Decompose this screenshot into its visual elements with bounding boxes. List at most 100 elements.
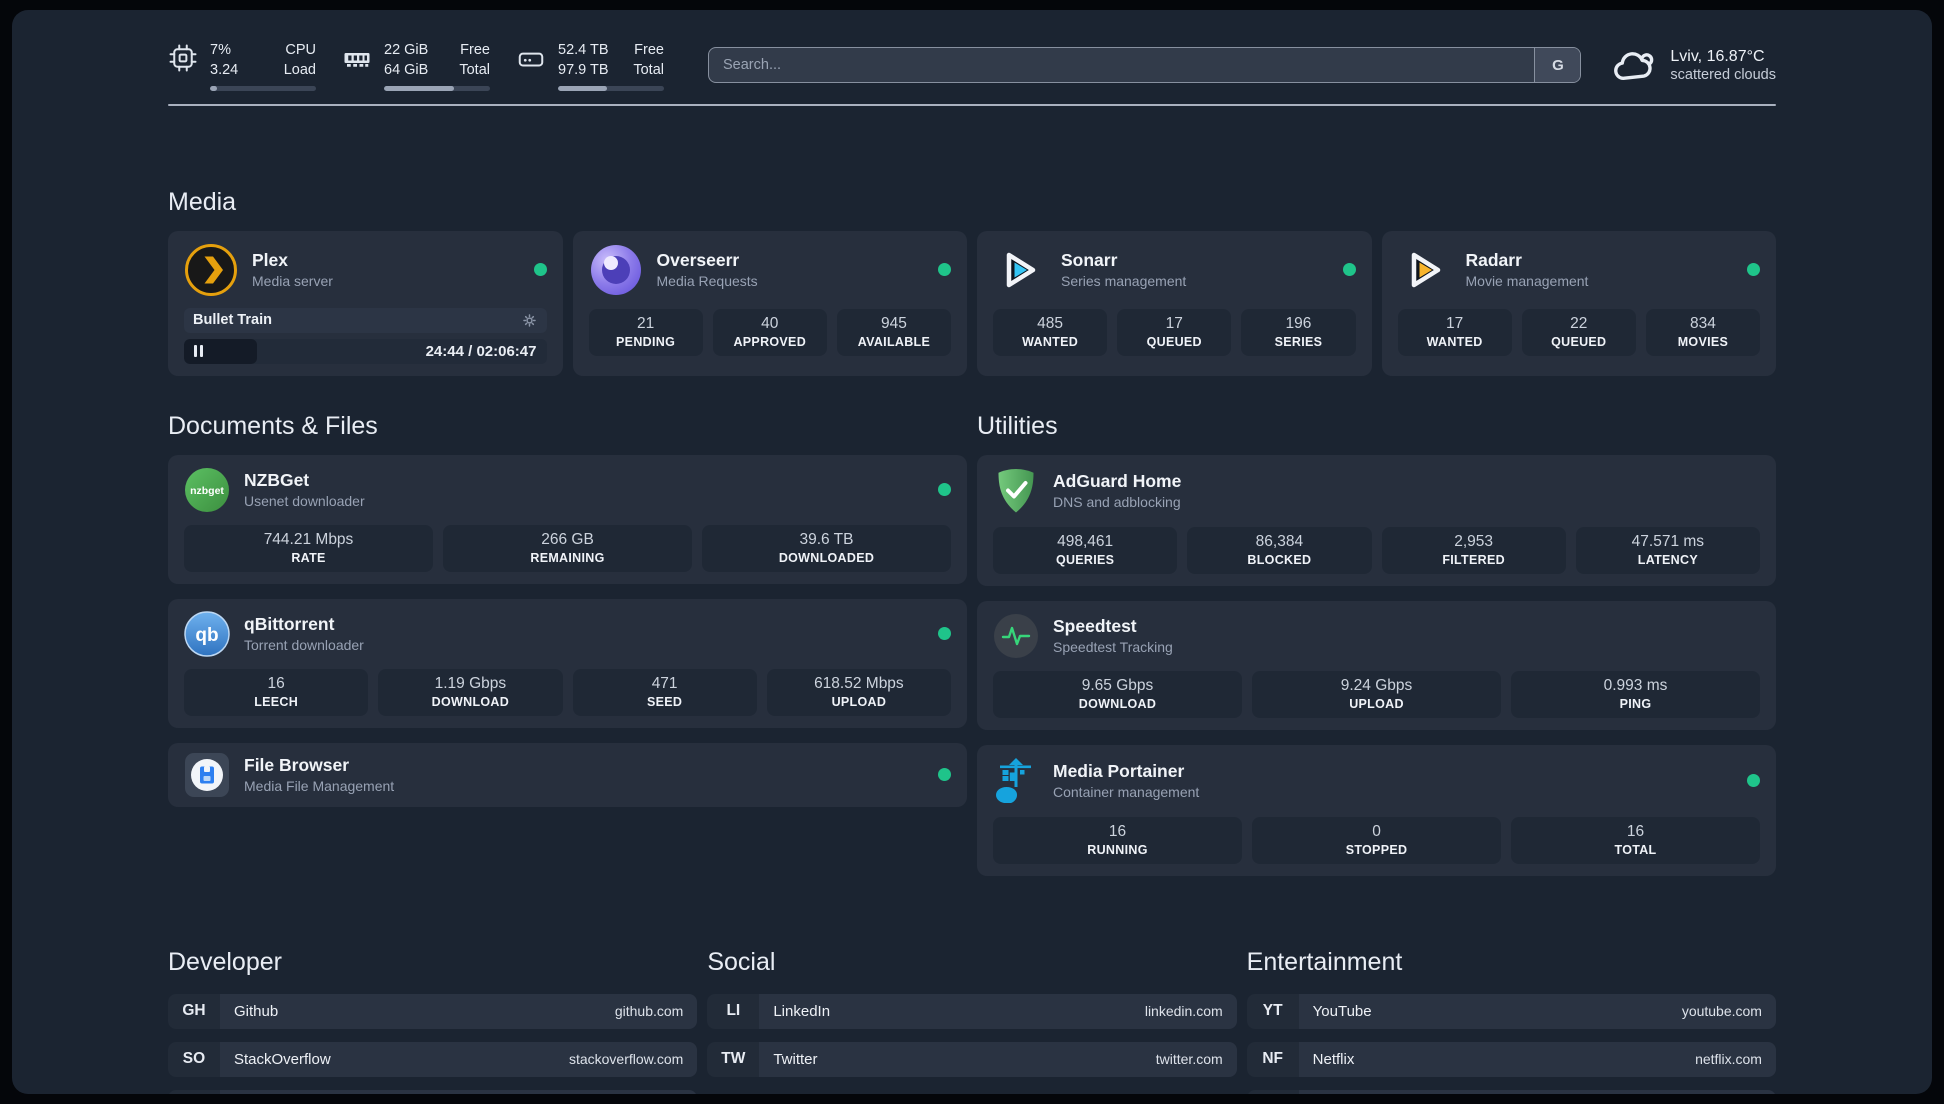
link-netflix[interactable]: NF Netflix netflix.com (1246, 1041, 1776, 1077)
stat-box: 266 GB REMAINING (443, 524, 692, 572)
stat-label: PING (1619, 696, 1652, 711)
cpu-label2: Load (283, 62, 316, 79)
overseerr-icon (590, 244, 641, 295)
link-youtube[interactable]: YT YouTube youtube.com (1246, 993, 1776, 1029)
stat-value: 47.571 ms (1631, 532, 1705, 550)
link-twitter[interactable]: TW Twitter twitter.com (707, 1041, 1237, 1077)
link-url: stackoverflow.com (568, 1051, 684, 1068)
filebrowser-card[interactable]: File Browser Media File Management (168, 742, 967, 807)
stat-box: 39.6 TB DOWNLOADED (702, 524, 951, 572)
storage-progress-fill (558, 85, 607, 91)
qbittorrent-icon: qb (184, 610, 230, 657)
card-title: Media Portainer (1053, 761, 1185, 782)
stat-value: 22 (1570, 314, 1588, 332)
link-linkedin[interactable]: LI LinkedIn linkedin.com (707, 993, 1237, 1029)
adguard-card[interactable]: AdGuard Home DNS and adblocking 498,461 … (977, 454, 1776, 586)
section-title-media: Media (168, 187, 237, 216)
card-title: Plex (252, 250, 288, 271)
stat-value: 9.24 Gbps (1340, 676, 1413, 694)
header-divider (168, 103, 1776, 106)
status-dot (938, 768, 951, 782)
qbittorrent-card[interactable]: qb qBittorrent Torrent downloader 16 LEE… (168, 598, 967, 728)
stat-value: 471 (651, 674, 678, 692)
stat-label: RUNNING (1087, 842, 1148, 857)
cloud-icon (1614, 52, 1654, 81)
stat-label: UPLOAD (831, 694, 887, 709)
stat-value: 196 (1285, 314, 1312, 332)
stat-label: QUERIES (1055, 552, 1115, 567)
stat-box: 86,384 BLOCKED (1187, 526, 1372, 574)
stat-box: 16 TOTAL (1511, 816, 1760, 864)
cpu-icon (169, 44, 197, 72)
stat-box: 618.52 Mbps UPLOAD (766, 668, 951, 716)
overseerr-card[interactable]: Overseerr Media Requests 21 PENDING 40 A… (572, 230, 967, 376)
storage-progress-track (558, 85, 664, 91)
cpu-progress-fill (210, 85, 218, 91)
adguard-icon (998, 468, 1034, 513)
stat-label: WANTED (1426, 334, 1483, 349)
stat-value: 86,384 (1255, 532, 1304, 550)
link-name: Twitter (773, 1050, 818, 1068)
cpu-stat: 7% 3.24 CPU Load (168, 40, 316, 91)
stat-box: 0 STOPPED (1252, 816, 1501, 864)
link-name: Netflix (1312, 1050, 1355, 1068)
stat-box: 834 MOVIES (1645, 308, 1761, 356)
memory-progress-fill (384, 85, 454, 91)
link-tag: YT (1246, 993, 1299, 1029)
search-engine-button[interactable]: G (1534, 48, 1581, 83)
status-dot (1747, 774, 1760, 788)
filebrowser-icon (185, 752, 229, 797)
playback-time: 24:44 / 02:06:47 (425, 342, 537, 360)
link-tag: SO (168, 1041, 220, 1077)
status-dot (938, 483, 951, 497)
gear-icon[interactable] (521, 312, 538, 329)
search-input[interactable] (709, 48, 1535, 83)
storage-free: 52.4 TB (558, 42, 609, 58)
radarr-card[interactable]: Radarr Movie management 17 WANTED 22 QUE… (1381, 230, 1776, 376)
nzbget-card[interactable]: nzbget NZBGet Usenet downloader 744.21 M… (168, 454, 967, 584)
status-dot (533, 263, 547, 277)
sonarr-card[interactable]: Sonarr Series management 485 WANTED 17 Q… (977, 230, 1372, 376)
stat-box: 471 SEED (572, 668, 757, 716)
link-github[interactable]: GH Github github.com (168, 993, 698, 1029)
nzbget-icon: nzbget (185, 467, 229, 512)
portainer-card[interactable]: Media Portainer Container management 16 … (977, 744, 1776, 876)
stat-value: 834 (1689, 314, 1716, 332)
link-tag: RE (1246, 1089, 1299, 1094)
link-tag: TW (707, 1041, 760, 1077)
link-stackoverflow[interactable]: SO StackOverflow stackoverflow.com (168, 1041, 698, 1077)
plex-card[interactable]: Plex Media server Bullet Train 24:44 / 0… (168, 230, 563, 376)
storage-free-label: Free (634, 42, 664, 58)
link-tag: GH (168, 993, 220, 1029)
stat-box: 0.993 ms PING (1511, 670, 1760, 718)
section-title-documents: Documents & Files (168, 411, 378, 440)
card-title: Overseerr (656, 250, 740, 271)
stat-box: 22 QUEUED (1521, 308, 1636, 356)
stat-label: STOPPED (1345, 842, 1408, 857)
stat-value: 16 (267, 674, 285, 692)
link-url: netflix.com (1695, 1051, 1762, 1068)
stat-box: 485 WANTED (993, 308, 1108, 356)
stat-box: 9.24 Gbps UPLOAD (1252, 670, 1501, 718)
link-name: YouTube (1312, 1002, 1372, 1020)
link-reddit[interactable]: RE Reddit reddit.com (1246, 1089, 1776, 1094)
stat-box: 945 AVAILABLE (836, 308, 952, 356)
link-name: StackOverflow (234, 1050, 331, 1068)
stat-label: SERIES (1274, 334, 1323, 349)
ram-icon (344, 53, 370, 67)
link-name: LinkedIn (773, 1002, 831, 1020)
dashboard: 7% 3.24 CPU Load 22 GiB 64 GiB Free Tota… (12, 10, 1932, 1094)
cpu-label: CPU (285, 42, 316, 58)
stat-label: DOWNLOADED (778, 550, 875, 565)
pause-icon (194, 345, 203, 358)
stat-value: 0 (1372, 822, 1381, 840)
memory-total: 64 GiB (384, 62, 429, 79)
stat-box: 40 APPROVED (712, 308, 827, 356)
stat-value: 2,953 (1454, 532, 1494, 550)
stat-label: FILTERED (1442, 552, 1505, 567)
status-dot (1747, 263, 1760, 277)
stat-value: 1.19 Gbps (434, 674, 507, 692)
link-dev[interactable]: DT DEV dev.to (168, 1089, 698, 1094)
speedtest-card[interactable]: Speedtest Speedtest Tracking 9.65 Gbps D… (977, 600, 1776, 730)
link-url: twitter.com (1155, 1051, 1223, 1068)
